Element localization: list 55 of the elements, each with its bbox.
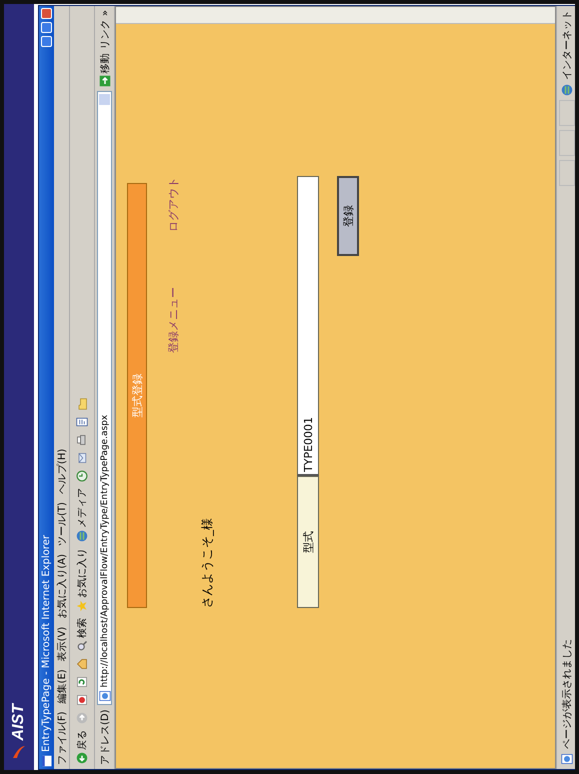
back-arrow-button[interactable]: 戻る: [74, 729, 90, 765]
status-pane: [559, 130, 575, 156]
forward-arrow-icon: [76, 712, 88, 724]
menu-item[interactable]: ファイル(F): [54, 711, 68, 765]
back-arrow-icon: [76, 752, 88, 764]
nav-link[interactable]: 登録メニュー: [166, 287, 181, 353]
globe-icon: [76, 530, 88, 542]
field-label: 型式: [297, 476, 319, 608]
search-icon: [76, 640, 88, 652]
type-input-field[interactable]: TYPE0001: [297, 176, 319, 476]
globe-button[interactable]: メディア: [74, 487, 90, 543]
menu-item[interactable]: 編集(E): [54, 669, 68, 704]
address-field[interactable]: http://localhost/ApprovalFlow/EntryType/EntryTypePage.aspx: [97, 91, 112, 706]
document-icon: [76, 416, 88, 428]
stop-icon: [76, 694, 88, 706]
folder-icon: [76, 398, 88, 410]
envelope-icon: [76, 452, 88, 464]
greeting-text: さんようこそ_様: [199, 518, 215, 608]
clock-icon: [76, 470, 88, 482]
menu-item[interactable]: 表示(V): [54, 626, 68, 662]
vertical-scrollbar[interactable]: [116, 7, 555, 24]
menu-item[interactable]: ツール(T): [54, 502, 68, 546]
menu-item[interactable]: お気に入り(A): [54, 554, 68, 619]
browser-window-icon: [40, 755, 52, 767]
refresh-button[interactable]: [75, 675, 89, 689]
window-title: EntryTypePage - Microsoft Internet Explorer: [41, 534, 52, 752]
go-button[interactable]: 移動: [98, 53, 112, 88]
nav-link[interactable]: ログアウト: [166, 177, 181, 232]
status-pane: [559, 160, 575, 186]
status-pane: [559, 100, 575, 126]
status-message: ページが表示されました: [560, 638, 574, 749]
swoosh-icon: [11, 744, 27, 760]
menu-item[interactable]: ヘルプ(H): [54, 448, 68, 494]
printer-icon: [76, 434, 88, 446]
search-button[interactable]: 検索: [74, 617, 90, 653]
security-zone: インターネット: [561, 10, 574, 80]
maximize-button[interactable]: [41, 22, 52, 33]
register-button[interactable]: 登録: [337, 176, 359, 256]
house-icon: [76, 658, 88, 670]
refresh-icon: [76, 676, 88, 688]
arrow-right-icon: [98, 75, 110, 88]
minimize-button[interactable]: [41, 36, 52, 47]
address-label: アドレス(D): [98, 709, 112, 765]
page-icon: [98, 690, 110, 702]
page-icon: [561, 753, 573, 765]
clock-button[interactable]: [75, 469, 89, 483]
globe-icon: [561, 84, 573, 96]
logo-text: AIST: [10, 704, 28, 740]
star-icon: [76, 600, 88, 612]
stop-button[interactable]: [75, 693, 89, 707]
links-button[interactable]: リンク »: [98, 10, 112, 50]
star-button[interactable]: お気に入り: [74, 547, 90, 613]
close-button[interactable]: [41, 8, 52, 19]
document-button[interactable]: [75, 415, 89, 429]
house-button[interactable]: [75, 657, 89, 671]
